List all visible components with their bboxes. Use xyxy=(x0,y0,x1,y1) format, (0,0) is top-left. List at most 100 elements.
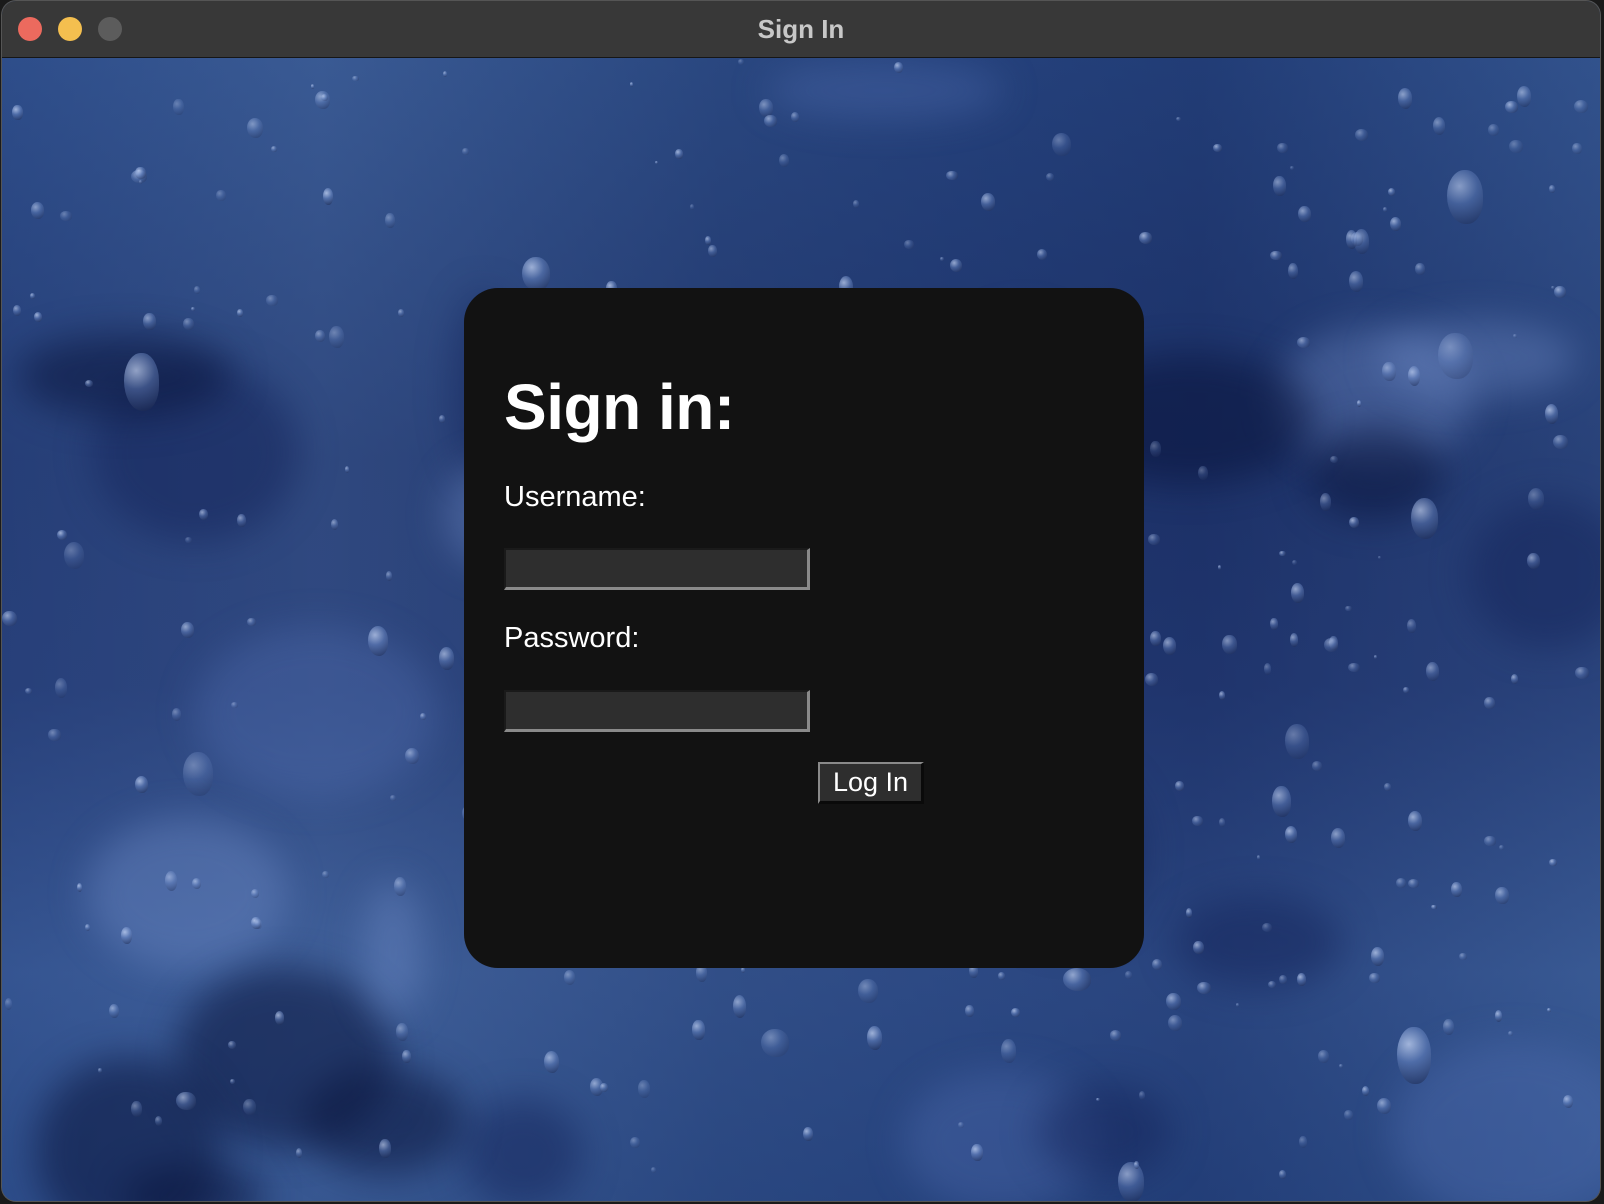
raindrop xyxy=(738,59,745,65)
raindrop xyxy=(957,1121,964,1128)
raindrop xyxy=(1186,907,1193,918)
raindrop xyxy=(1553,434,1568,449)
raindrop xyxy=(1046,172,1055,181)
raindrop xyxy=(1397,88,1412,109)
raindrop xyxy=(1495,1010,1503,1022)
raindrop xyxy=(1407,879,1419,889)
raindrop xyxy=(182,751,213,796)
raindrop xyxy=(1573,100,1589,114)
password-field[interactable] xyxy=(504,690,810,732)
raindrop xyxy=(420,713,427,721)
raindrop xyxy=(1388,188,1396,196)
raindrop xyxy=(398,308,405,317)
raindrop xyxy=(367,626,388,656)
raindrop xyxy=(1376,1097,1392,1115)
raindrop xyxy=(1109,1030,1122,1041)
raindrop xyxy=(1498,845,1504,851)
raindrop xyxy=(940,256,944,262)
raindrop xyxy=(48,728,61,742)
raindrop xyxy=(1287,262,1298,279)
raindrop xyxy=(1162,637,1177,656)
raindrop xyxy=(1166,993,1181,1010)
raindrop xyxy=(1407,366,1421,387)
raindrop xyxy=(386,571,392,581)
log-in-button[interactable]: Log In xyxy=(818,762,924,804)
raindrop xyxy=(330,518,339,530)
raindrop xyxy=(1383,206,1388,212)
raindrop xyxy=(1510,674,1518,684)
background-blur-patch xyxy=(462,1098,582,1201)
raindrop xyxy=(30,292,35,299)
raindrop xyxy=(692,1019,705,1041)
background-blur-patch xyxy=(1038,1084,1172,1180)
raindrop xyxy=(60,210,73,222)
raindrop xyxy=(1349,271,1364,293)
raindrop xyxy=(171,708,182,721)
raindrop xyxy=(1145,673,1159,687)
raindrop xyxy=(1330,827,1346,849)
raindrop xyxy=(1390,216,1402,231)
window-title: Sign In xyxy=(757,14,845,44)
raindrop xyxy=(1547,1008,1552,1012)
raindrop xyxy=(1383,782,1391,791)
raindrop xyxy=(1403,686,1410,694)
username-field[interactable] xyxy=(504,548,810,590)
raindrop xyxy=(193,286,201,294)
raindrop xyxy=(310,84,315,89)
raindrop xyxy=(1222,635,1237,655)
raindrop xyxy=(57,530,68,541)
title-bar[interactable]: Sign In xyxy=(2,1,1600,58)
raindrop xyxy=(853,199,860,208)
raindrop xyxy=(142,312,156,331)
raindrop xyxy=(1438,332,1473,380)
raindrop xyxy=(439,415,446,423)
raindrop xyxy=(1217,564,1221,571)
raindrop xyxy=(109,1004,120,1019)
raindrop xyxy=(97,1067,102,1074)
raindrop xyxy=(1374,655,1378,659)
raindrop xyxy=(274,1011,285,1025)
raindrop xyxy=(1139,231,1153,245)
raindrop xyxy=(803,1126,813,1141)
raindrop xyxy=(761,1029,789,1058)
raindrop xyxy=(1268,980,1276,988)
raindrop xyxy=(998,972,1005,980)
raindrop xyxy=(1291,583,1305,604)
raindrop xyxy=(11,104,24,121)
raindrop xyxy=(637,1079,650,1099)
background-blur-patch xyxy=(362,880,424,1020)
raindrop xyxy=(1149,440,1161,458)
raindrop xyxy=(1167,1015,1183,1032)
raindrop xyxy=(34,312,43,322)
raindrop xyxy=(1329,455,1338,463)
raindrop xyxy=(650,1166,657,1173)
raindrop xyxy=(1197,981,1211,994)
raindrop xyxy=(265,294,278,307)
raindrop xyxy=(1218,690,1226,701)
background-blur-patch xyxy=(193,627,439,797)
raindrop xyxy=(180,621,194,638)
raindrop xyxy=(1256,854,1260,860)
raindrop xyxy=(1425,662,1440,682)
raindrop xyxy=(1553,285,1567,299)
raindrop xyxy=(24,687,33,694)
raindrop xyxy=(55,678,68,699)
raindrop xyxy=(1296,337,1310,348)
raindrop xyxy=(237,309,243,318)
raindrop xyxy=(131,1101,142,1117)
raindrop xyxy=(778,154,789,167)
raindrop xyxy=(1544,404,1558,424)
raindrop xyxy=(563,970,576,985)
raindrop xyxy=(1355,129,1369,142)
raindrop xyxy=(135,776,149,793)
raindrop xyxy=(271,145,277,152)
raindrop xyxy=(1297,972,1307,987)
raindrop xyxy=(1345,229,1358,250)
raindrop xyxy=(1150,630,1162,647)
raindrop xyxy=(1291,560,1298,566)
raindrop xyxy=(707,244,717,258)
raindrop xyxy=(1487,124,1499,136)
raindrop xyxy=(732,994,747,1018)
raindrop xyxy=(1138,1090,1146,1101)
raindrop xyxy=(1062,968,1092,991)
